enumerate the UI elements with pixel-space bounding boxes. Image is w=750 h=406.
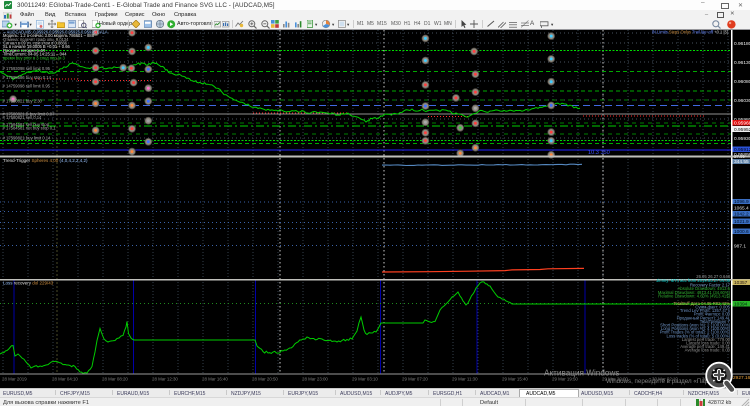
svg-text:0.96080: 0.96080 xyxy=(734,79,750,85)
svg-text:0.95966: 0.95966 xyxy=(734,121,750,127)
svg-text:1000.6: 1000.6 xyxy=(734,229,749,235)
svg-text:0.96030: 0.96030 xyxy=(734,98,750,104)
svg-text:28 Mar 23:00: 28 Mar 23:00 xyxy=(302,377,328,382)
svg-text:1042.2: 1042.2 xyxy=(734,211,749,217)
svg-text:29 Mar 07:20: 29 Mar 07:20 xyxy=(402,377,428,382)
svg-text:10357: 10357 xyxy=(734,280,748,286)
svg-text:# 17590821 buy limit 0.14: # 17590821 buy limit 0.14 xyxy=(3,136,52,141)
svg-text:Trend-Trigger Spheres 4.00 (4,: Trend-Trigger Spheres 4.00 (4,0,4,2,2,4,… xyxy=(3,158,88,163)
svg-text:28 Mar 04:10: 28 Mar 04:10 xyxy=(52,377,78,382)
svg-text:28 Mar 2019: 28 Mar 2019 xyxy=(2,377,27,382)
svg-text:28 Mar 16:40: 28 Mar 16:40 xyxy=(202,377,228,382)
svg-text:Активация Windows: Активация Windows xyxy=(544,369,619,378)
svg-text:# 17593098 sell limit 0.95: # 17593098 sell limit 0.95 xyxy=(3,66,51,71)
svg-text:IN Limits Steps Onlys Trail la: IN Limits Steps Onlys Trail lay=off +0.1… xyxy=(652,30,728,35)
svg-text:# 17584581 net buy stop 0.1: # 17584581 net buy stop 0.1 xyxy=(3,125,57,130)
svg-text:0.96180: 0.96180 xyxy=(734,41,750,47)
svg-text:1065.4: 1065.4 xyxy=(734,206,749,212)
svg-text:Relative Drawdown: 4.60% (4913: Relative Drawdown: 4.60% (4913.41$) xyxy=(658,293,730,298)
svg-text:28 Mar 08:20: 28 Mar 08:20 xyxy=(102,377,128,382)
svg-text:# 17580821 sell 0.14: # 17580821 sell 0.14 xyxy=(3,115,43,120)
svg-text:# 17580821 buy 2.30: # 17580821 buy 2.30 xyxy=(3,99,43,104)
svg-text:# 14759098 sell limit 0.95: # 14759098 sell limit 0.95 xyxy=(3,84,51,89)
svg-text:987.1: 987.1 xyxy=(734,243,746,249)
svg-text:# 17088586 buy stop 0.14: # 17088586 buy stop 0.14 xyxy=(3,75,52,80)
svg-text:29 Mar 03:10: 29 Mar 03:10 xyxy=(352,377,378,382)
svg-text:28 Mar 20:50: 28 Mar 20:50 xyxy=(252,377,278,382)
svg-text:1021.9: 1021.9 xyxy=(734,219,749,225)
svg-text:Loss recovery dol 229/43: Loss recovery dol 229/43 xyxy=(3,281,54,286)
svg-text:1096.9: 1096.9 xyxy=(734,199,749,205)
svg-text:0.95952: 0.95952 xyxy=(734,127,750,133)
svg-text:Average loss trade: 0.00: Average loss trade: 0.00 xyxy=(685,348,731,353)
svg-text:время buy prior в 3 след пер (: время buy prior в 3 след пер (и 3 xyxy=(3,55,66,60)
svg-text:0.96130: 0.96130 xyxy=(734,60,750,66)
svg-text:344.55: 344.55 xyxy=(734,159,749,165)
svg-text:27.99: 27.99 xyxy=(734,154,746,159)
svg-text:10394: 10394 xyxy=(734,301,748,307)
svg-text:29 Mar 11:30: 29 Mar 11:30 xyxy=(452,377,478,382)
svg-text:28 Mar 12:30: 28 Mar 12:30 xyxy=(152,377,178,382)
svg-text:29 Mar 15:40: 29 Mar 15:40 xyxy=(502,377,528,382)
svg-text:0.95930: 0.95930 xyxy=(734,136,750,142)
